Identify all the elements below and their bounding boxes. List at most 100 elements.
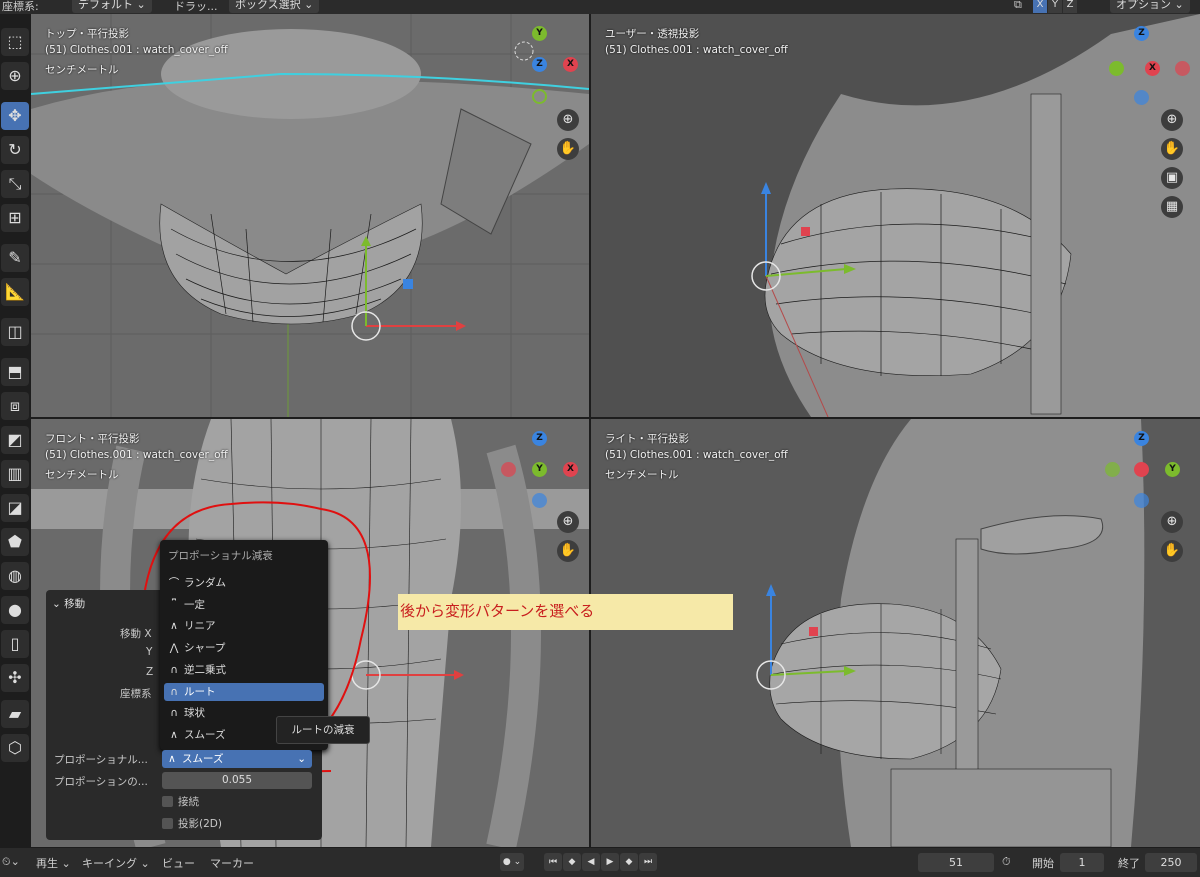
gizmo-y-axis[interactable]: Y — [532, 26, 547, 41]
measure-tool-icon[interactable]: 📐 — [1, 278, 29, 306]
zoom-icon[interactable]: ⊕ — [1161, 511, 1183, 533]
stopwatch-icon[interactable]: ⏱ — [1002, 855, 1011, 869]
falloff-select-dropdown[interactable]: ∧ スムーズ ⌄ — [162, 750, 312, 768]
play-icon[interactable]: ▶ — [601, 853, 619, 871]
jump-start-icon[interactable]: ⏮ — [544, 853, 562, 871]
knife-tool-icon[interactable]: ◪ — [1, 494, 29, 522]
gizmo-y-axis[interactable]: Y — [1165, 462, 1180, 477]
drag-label[interactable]: ドラッ... — [174, 0, 218, 14]
gizmo-neg-z-axis[interactable] — [1134, 90, 1149, 105]
viewport-header: 座標系: デフォルト ⌄ ドラッ... ボックス選択 ⌄ ⧉ X Y Z オプシ… — [0, 0, 1200, 14]
shrink-fatten-icon[interactable]: ✣ — [1, 664, 29, 692]
gizmo-z-axis[interactable]: Z — [1134, 26, 1149, 41]
viewport-top[interactable]: トップ・平行投影 (51) Clothes.001 : watch_cover_… — [31, 14, 589, 417]
mirror-y-toggle[interactable]: Y — [1048, 0, 1062, 13]
grid-view-icon[interactable]: ▦ — [1161, 196, 1183, 218]
smooth-tool-icon[interactable]: ● — [1, 596, 29, 624]
gizmo-neg-x-axis[interactable] — [1175, 61, 1190, 76]
gizmo-y-axis[interactable] — [1109, 61, 1124, 76]
gizmo-x-axis[interactable]: X — [1145, 61, 1160, 76]
falloff-option-random[interactable]: ⌒ ランダム — [164, 574, 324, 592]
keying-menu[interactable]: キーイング ⌄ — [82, 855, 150, 871]
mirror-z-toggle[interactable]: Z — [1063, 0, 1077, 13]
connected-label: 接続 — [178, 796, 199, 808]
view-menu[interactable]: ビュー — [162, 855, 195, 871]
start-frame-field[interactable]: 1 — [1060, 853, 1104, 872]
rip-tool-icon[interactable]: ⬡ — [1, 734, 29, 762]
extrude-tool-icon[interactable]: ⬒ — [1, 358, 29, 386]
projected-label: 投影(2D) — [178, 818, 222, 830]
gizmo-neg-z-axis[interactable] — [532, 493, 547, 508]
panel-collapse-chevron[interactable]: ⌄ 移動 — [52, 596, 85, 611]
gizmo-z-axis[interactable]: Z — [1134, 431, 1149, 446]
camera-icon[interactable]: ▣ — [1161, 167, 1183, 189]
proportional-size-field[interactable]: 0.055 — [162, 772, 312, 789]
pan-hand-icon[interactable]: ✋ — [1161, 138, 1183, 160]
jump-end-icon[interactable]: ⏭ — [639, 853, 657, 871]
gizmo-z-axis[interactable]: Z — [532, 57, 547, 72]
spin-tool-icon[interactable]: ◍ — [1, 562, 29, 590]
transform-tool-icon[interactable]: ⊞ — [1, 204, 29, 232]
falloff-option-linear[interactable]: ∧ リニア — [164, 617, 324, 635]
prev-keyframe-icon[interactable]: ◆ — [563, 853, 581, 871]
play-reverse-icon[interactable]: ◀ — [582, 853, 600, 871]
viewport-title: フロント・平行投影 — [45, 433, 140, 445]
shear-tool-icon[interactable]: ▰ — [1, 700, 29, 728]
editor-type-icon[interactable]: ⏲⌄ — [2, 855, 20, 869]
gizmo-x-axis[interactable]: X — [563, 462, 578, 477]
gizmo-x-axis[interactable] — [1134, 462, 1149, 477]
annotate-tool-icon[interactable]: ✎ — [1, 244, 29, 272]
next-keyframe-icon[interactable]: ◆ — [620, 853, 638, 871]
loop-cut-icon[interactable]: ▥ — [1, 460, 29, 488]
falloff-option-sharp[interactable]: ⋀ シャープ — [164, 639, 324, 657]
gizmo-y-axis[interactable]: Y — [532, 462, 547, 477]
pan-hand-icon[interactable]: ✋ — [557, 540, 579, 562]
bevel-tool-icon[interactable]: ◩ — [1, 426, 29, 454]
connected-checkbox[interactable] — [162, 796, 173, 807]
add-cube-icon[interactable]: ◫ — [1, 318, 29, 346]
viewport-user-perspective[interactable]: ユーザー・透視投影 (51) Clothes.001 : watch_cover… — [591, 14, 1200, 417]
panel-title: 移動 — [64, 598, 86, 610]
falloff-linear-icon: ∧ — [170, 620, 178, 632]
rotate-tool-icon[interactable]: ↻ — [1, 136, 29, 164]
current-frame-field[interactable]: 51 — [918, 853, 994, 872]
auto-keying-toggle[interactable]: ● ⌄ — [500, 853, 524, 871]
zoom-icon[interactable]: ⊕ — [1161, 109, 1183, 131]
proportional-size-label: プロポーションの... — [54, 776, 148, 788]
viewport-right[interactable]: ライト・平行投影 (51) Clothes.001 : watch_cover_… — [591, 419, 1200, 847]
falloff-inverse-square-icon: ∩ — [170, 664, 178, 676]
move-tool-icon[interactable]: ✥ — [1, 102, 29, 130]
edge-slide-icon[interactable]: ▯ — [1, 630, 29, 658]
gizmo-z-axis[interactable]: Z — [532, 431, 547, 446]
options-dropdown[interactable]: オプション ⌄ — [1110, 0, 1190, 13]
select-box-icon[interactable]: ⬚ — [1, 28, 29, 56]
marker-menu[interactable]: マーカー — [210, 855, 254, 871]
falloff-option-constant[interactable]: ⎴ 一定 — [164, 596, 324, 614]
playback-menu[interactable]: 再生 ⌄ — [36, 855, 71, 871]
poly-build-icon[interactable]: ⬟ — [1, 528, 29, 556]
projected-checkbox[interactable] — [162, 818, 173, 829]
pan-hand-icon[interactable]: ✋ — [1161, 540, 1183, 562]
gizmo-neg-y-axis[interactable] — [1105, 462, 1120, 477]
gizmo-neg-z-axis[interactable] — [1134, 493, 1149, 508]
transform-orientation-dropdown[interactable]: デフォルト ⌄ — [72, 0, 152, 13]
gizmo-neg-x-axis[interactable] — [501, 462, 516, 477]
zoom-icon[interactable]: ⊕ — [557, 511, 579, 533]
mirror-icon[interactable]: ⧉ — [1014, 0, 1022, 12]
gizmo-x-axis[interactable]: X — [563, 57, 578, 72]
select-mode-dropdown[interactable]: ボックス選択 ⌄ — [229, 0, 320, 13]
gizmo-neg-y-axis[interactable] — [532, 89, 547, 104]
falloff-option-inverse-square[interactable]: ∩ 逆二乗式 — [164, 661, 324, 679]
cursor-icon[interactable]: ⊕ — [1, 62, 29, 90]
pan-hand-icon[interactable]: ✋ — [557, 138, 579, 160]
end-frame-field[interactable]: 250 — [1145, 853, 1197, 872]
orientation-label: 座標系 — [120, 688, 152, 700]
zoom-icon[interactable]: ⊕ — [557, 109, 579, 131]
falloff-constant-icon: ⎴ — [171, 599, 177, 611]
inset-tool-icon[interactable]: ⧈ — [1, 392, 29, 420]
annotation-note: 後から変形パターンを選べる — [398, 594, 733, 630]
falloff-option-root[interactable]: ∩ ルート — [164, 683, 324, 701]
mirror-x-toggle[interactable]: X — [1033, 0, 1047, 13]
menu-title: プロポーショナル減衰 — [168, 550, 273, 562]
scale-tool-icon[interactable]: ⤡ — [1, 170, 29, 198]
